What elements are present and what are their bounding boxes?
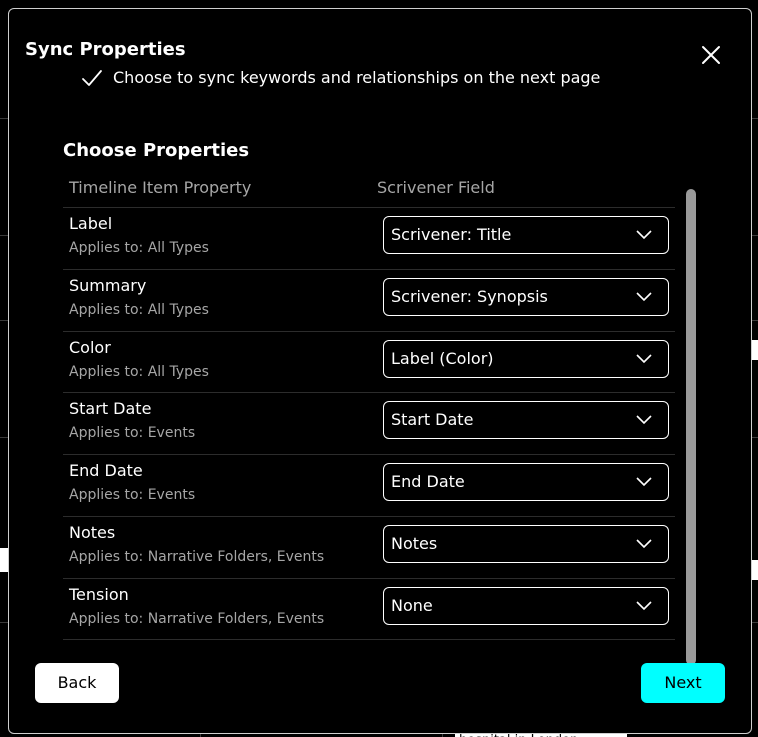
- property-row-tension: Tension Applies to: Narrative Folders, E…: [63, 577, 675, 640]
- select-value: Label (Color): [391, 348, 494, 368]
- chevron-down-icon: [636, 601, 652, 610]
- background-divider: [0, 622, 8, 623]
- background-divider: [752, 118, 758, 119]
- background-fragment: [752, 340, 758, 360]
- property-row-label: Label Applies to: All Types Scrivener: T…: [63, 207, 675, 269]
- next-button[interactable]: Next: [641, 663, 725, 703]
- chevron-down-icon: [636, 354, 652, 363]
- field-select-summary[interactable]: Scrivener: Synopsis: [383, 277, 669, 316]
- property-applies: Applies to: All Types: [69, 240, 209, 256]
- sync-properties-dialog: Sync Properties Choose to sync keywords …: [8, 8, 752, 734]
- properties-table: Label Applies to: All Types Scrivener: T…: [63, 207, 675, 640]
- select-value: Scrivener: Synopsis: [391, 286, 548, 306]
- sync-note-text: Choose to sync keywords and relationship…: [113, 68, 601, 87]
- chevron-down-icon: [636, 230, 652, 240]
- field-select-notes[interactable]: Notes: [383, 524, 669, 563]
- background-divider: [0, 437, 8, 438]
- close-button[interactable]: [699, 43, 723, 67]
- column-header-field: Scrivener Field: [377, 178, 495, 197]
- property-row-summary: Summary Applies to: All Types Scrivener:…: [63, 268, 675, 331]
- property-row-start-date: Start Date Applies to: Events Start Date: [63, 392, 675, 454]
- field-select-tension[interactable]: None: [383, 586, 669, 625]
- background-divider: [752, 622, 758, 623]
- property-name: Tension: [69, 584, 129, 604]
- chevron-down-icon: [636, 292, 652, 301]
- background-divider: [0, 118, 8, 119]
- property-name: End Date: [69, 461, 143, 481]
- select-value: None: [391, 595, 433, 615]
- property-name: Color: [69, 337, 111, 357]
- field-select-label[interactable]: Scrivener: Title: [383, 216, 669, 254]
- close-icon: [702, 46, 720, 64]
- property-row-notes: Notes Applies to: Narrative Folders, Eve…: [63, 515, 675, 578]
- scrollbar[interactable]: [686, 189, 696, 665]
- property-applies: Applies to: All Types: [69, 363, 209, 380]
- dialog-title: Sync Properties: [25, 39, 186, 60]
- chevron-down-icon: [636, 539, 652, 549]
- field-select-end-date[interactable]: End Date: [383, 463, 669, 502]
- background-divider: [0, 320, 8, 321]
- background-divider: [752, 320, 758, 321]
- column-header-property: Timeline Item Property: [69, 178, 252, 197]
- field-select-color[interactable]: Label (Color): [383, 339, 669, 378]
- sync-note: Choose to sync keywords and relationship…: [81, 67, 600, 89]
- property-name: Notes: [69, 522, 116, 542]
- select-value: End Date: [391, 472, 465, 492]
- property-row-color: Color Applies to: All Types Label (Color…: [63, 330, 675, 393]
- back-button[interactable]: Back: [35, 663, 119, 703]
- property-applies: Applies to: Events: [69, 487, 196, 504]
- chevron-down-icon: [636, 415, 652, 425]
- chevron-down-icon: [636, 477, 652, 487]
- property-name: Label: [69, 214, 113, 233]
- field-select-start-date[interactable]: Start Date: [383, 401, 669, 440]
- background-divider: [752, 235, 758, 236]
- checkmark-icon: [82, 70, 102, 86]
- background-fragment: [752, 560, 758, 580]
- background-divider: [752, 437, 758, 438]
- background-divider: [0, 235, 8, 236]
- property-name: Summary: [69, 275, 147, 295]
- property-name: Start Date: [69, 399, 152, 419]
- select-value: Notes: [391, 533, 438, 553]
- property-applies: Applies to: Narrative Folders, Events: [69, 548, 325, 565]
- property-row-end-date: End Date Applies to: Events End Date: [63, 454, 675, 516]
- section-title: Choose Properties: [63, 140, 250, 161]
- property-applies: Applies to: All Types: [69, 301, 209, 318]
- property-applies: Applies to: Events: [69, 425, 196, 442]
- select-value: Start Date: [391, 410, 474, 430]
- property-applies: Applies to: Narrative Folders, Events: [69, 610, 325, 627]
- select-value: Scrivener: Title: [391, 225, 512, 244]
